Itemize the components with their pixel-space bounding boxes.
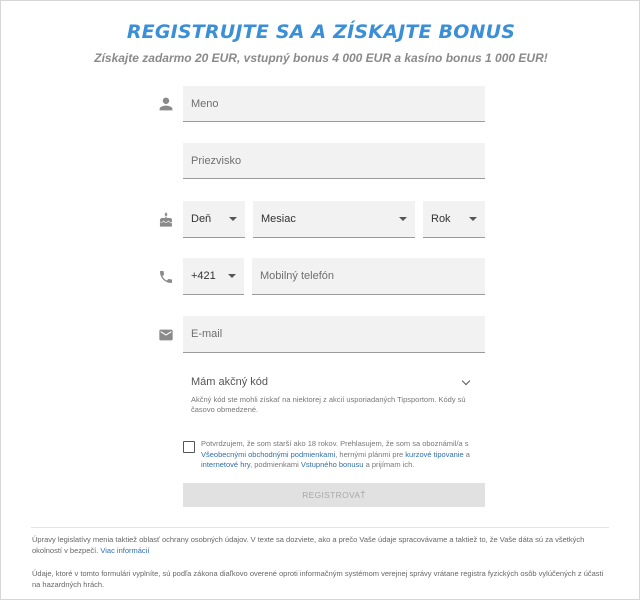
cake-icon: [158, 212, 174, 228]
bonus-terms-link[interactable]: Vstupného bonusu: [301, 460, 364, 469]
promo-code-label: Mám akčný kód: [191, 376, 269, 388]
promo-code-toggle[interactable]: Mám akčný kód: [191, 375, 475, 389]
first-name-field[interactable]: [183, 86, 485, 122]
page-title: REGISTRUJTE SA A ZÍSKAJTE BONUS: [126, 21, 516, 43]
last-name-input[interactable]: [183, 143, 485, 178]
page-subtitle: Získajte zadarmo 20 EUR, vstupný bonus 4…: [94, 51, 548, 65]
consent-text-part: a prijímam ich.: [363, 460, 415, 469]
consent-checkbox[interactable]: [183, 441, 195, 453]
email-input[interactable]: [183, 316, 485, 352]
consent-text-part: , podmienkami: [250, 460, 301, 469]
envelope-icon: [158, 327, 174, 343]
chevron-down-icon: [461, 376, 471, 385]
birth-month-value: Mesiac: [261, 213, 296, 225]
birth-day-select[interactable]: Deň: [183, 201, 245, 238]
chevron-down-icon: [469, 217, 477, 221]
promo-code-note: Akčný kód ste mohli získať na niektorej …: [191, 395, 466, 414]
games-plan-link[interactable]: internetové hry: [201, 460, 250, 469]
chevron-down-icon: [399, 217, 407, 221]
email-field[interactable]: [183, 316, 485, 353]
person-icon: [158, 96, 174, 112]
birth-year-select[interactable]: Rok: [423, 201, 485, 238]
chevron-down-icon: [228, 274, 236, 278]
footer-divider: [31, 527, 609, 528]
phone-input[interactable]: [252, 258, 485, 294]
birth-year-value: Rok: [431, 213, 451, 225]
registration-panel: REGISTRUJTE SA A ZÍSKAJTE BONUS Získajte…: [0, 0, 640, 600]
betting-plan-link[interactable]: kurzové tipovanie: [405, 450, 463, 459]
birth-month-select[interactable]: Mesiac: [253, 201, 415, 238]
consent-text-part: , hernými plánmi pre: [335, 449, 406, 459]
birth-day-value: Deň: [191, 213, 212, 225]
chevron-down-icon: [229, 217, 237, 221]
phone-prefix-value: +421: [191, 270, 216, 282]
more-info-link[interactable]: Viac informácií: [100, 546, 149, 555]
phone-icon: [158, 269, 174, 285]
phone-prefix-select[interactable]: +421: [183, 258, 244, 295]
consent-text-part: a: [463, 449, 470, 459]
privacy-notice: Úpravy legislatívy menia taktiež oblasť …: [32, 534, 612, 556]
verification-notice: Údaje, ktoré v tomto formulári vyplníte,…: [32, 569, 604, 589]
last-name-field[interactable]: [183, 143, 485, 179]
terms-link[interactable]: Všeobecnými obchodnými podmienkami: [201, 450, 335, 459]
phone-field[interactable]: [252, 258, 485, 295]
consent-text: Potvrdzujem, že som starší ako 18 rokov.…: [201, 439, 485, 471]
register-button[interactable]: REGISTROVAŤ: [183, 483, 485, 507]
first-name-input[interactable]: [183, 86, 485, 121]
consent-text-part: Potvrdzujem, že som starší ako 18 rokov.…: [201, 439, 469, 448]
